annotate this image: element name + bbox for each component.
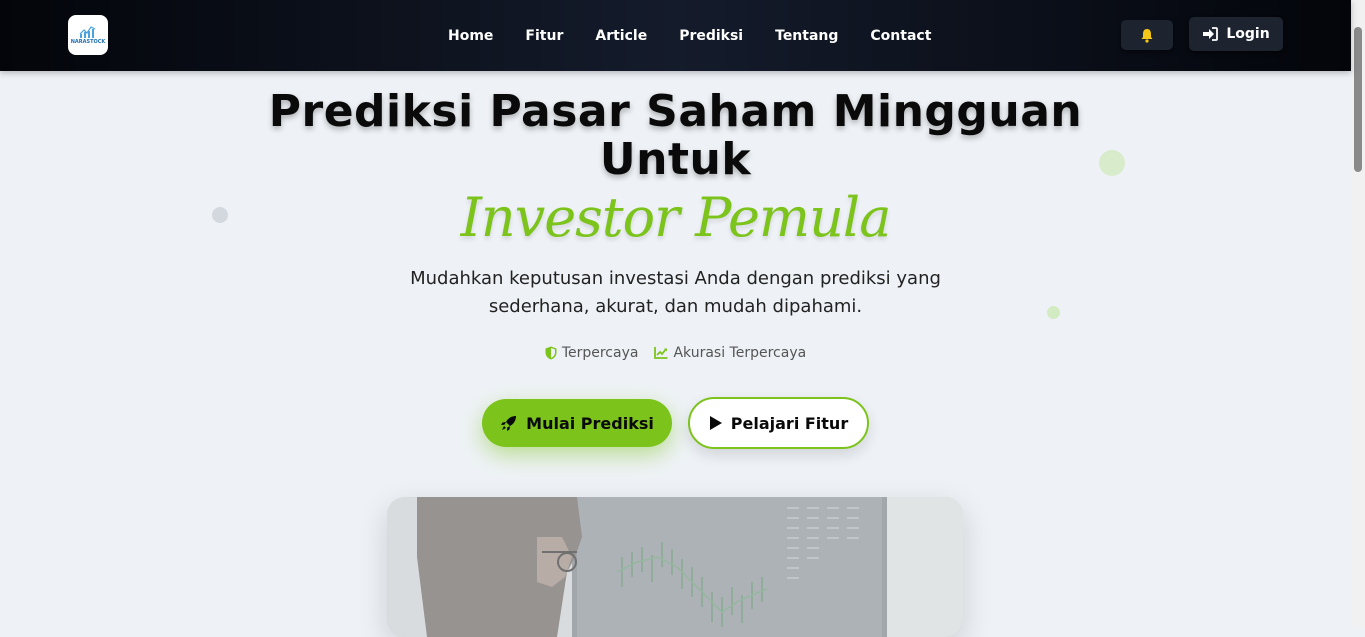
start-prediction-button[interactable]: Mulai Prediksi [482, 399, 672, 447]
trust-badges: Terpercaya Akurasi Terpercaya [0, 345, 1351, 361]
hero-subtitle: Mudahkan keputusan investasi Anda dengan… [410, 268, 941, 317]
main-nav: Home Fitur Article Prediksi Tentang Cont… [448, 0, 931, 71]
chart-logo-icon: NARASTOCK [71, 26, 107, 45]
scrollbar-thumb[interactable] [1354, 27, 1362, 172]
learn-features-label: Pelajari Fitur [730, 413, 849, 433]
decor-dot [1047, 306, 1060, 319]
play-icon [709, 416, 722, 430]
badge-accuracy: Akurasi Terpercaya [654, 345, 806, 361]
scrollbar[interactable] [1351, 0, 1365, 628]
bell-icon [1141, 28, 1153, 43]
brand-logo[interactable]: NARASTOCK [68, 15, 108, 55]
nav-link-fitur[interactable]: Fitur [525, 28, 563, 44]
nav-link-tentang[interactable]: Tentang [775, 28, 838, 44]
login-label: Login [1226, 26, 1270, 42]
badge-accuracy-label: Akurasi Terpercaya [673, 345, 807, 361]
chart-line-icon [654, 347, 668, 359]
hero-title-line2: Untuk [599, 134, 752, 185]
nav-link-contact[interactable]: Contact [870, 28, 931, 44]
hero-accent-text: Investor Pemula [460, 186, 892, 249]
navbar: NARASTOCK Home Fitur Article Prediksi Te… [0, 0, 1351, 71]
trader-photo [387, 497, 963, 637]
badge-trusted: Terpercaya [545, 345, 639, 361]
hero-image [387, 497, 963, 637]
badge-trusted-label: Terpercaya [561, 345, 639, 361]
hero-title-line1: Prediksi Pasar Saham Mingguan [268, 86, 1083, 137]
nav-link-article[interactable]: Article [595, 28, 647, 44]
nav-link-home[interactable]: Home [448, 28, 493, 44]
notification-button[interactable] [1121, 20, 1173, 50]
learn-features-button[interactable]: Pelajari Fitur [688, 397, 869, 449]
nav-link-prediksi[interactable]: Prediksi [679, 28, 743, 44]
login-button[interactable]: Login [1189, 17, 1283, 51]
rocket-icon [501, 416, 517, 431]
shield-icon [545, 346, 557, 360]
hero-title: Prediksi Pasar Saham Mingguan Untuk [0, 88, 1351, 184]
sign-in-icon [1203, 27, 1219, 41]
start-prediction-label: Mulai Prediksi [526, 413, 654, 433]
logo-text: NARASTOCK [71, 39, 107, 45]
